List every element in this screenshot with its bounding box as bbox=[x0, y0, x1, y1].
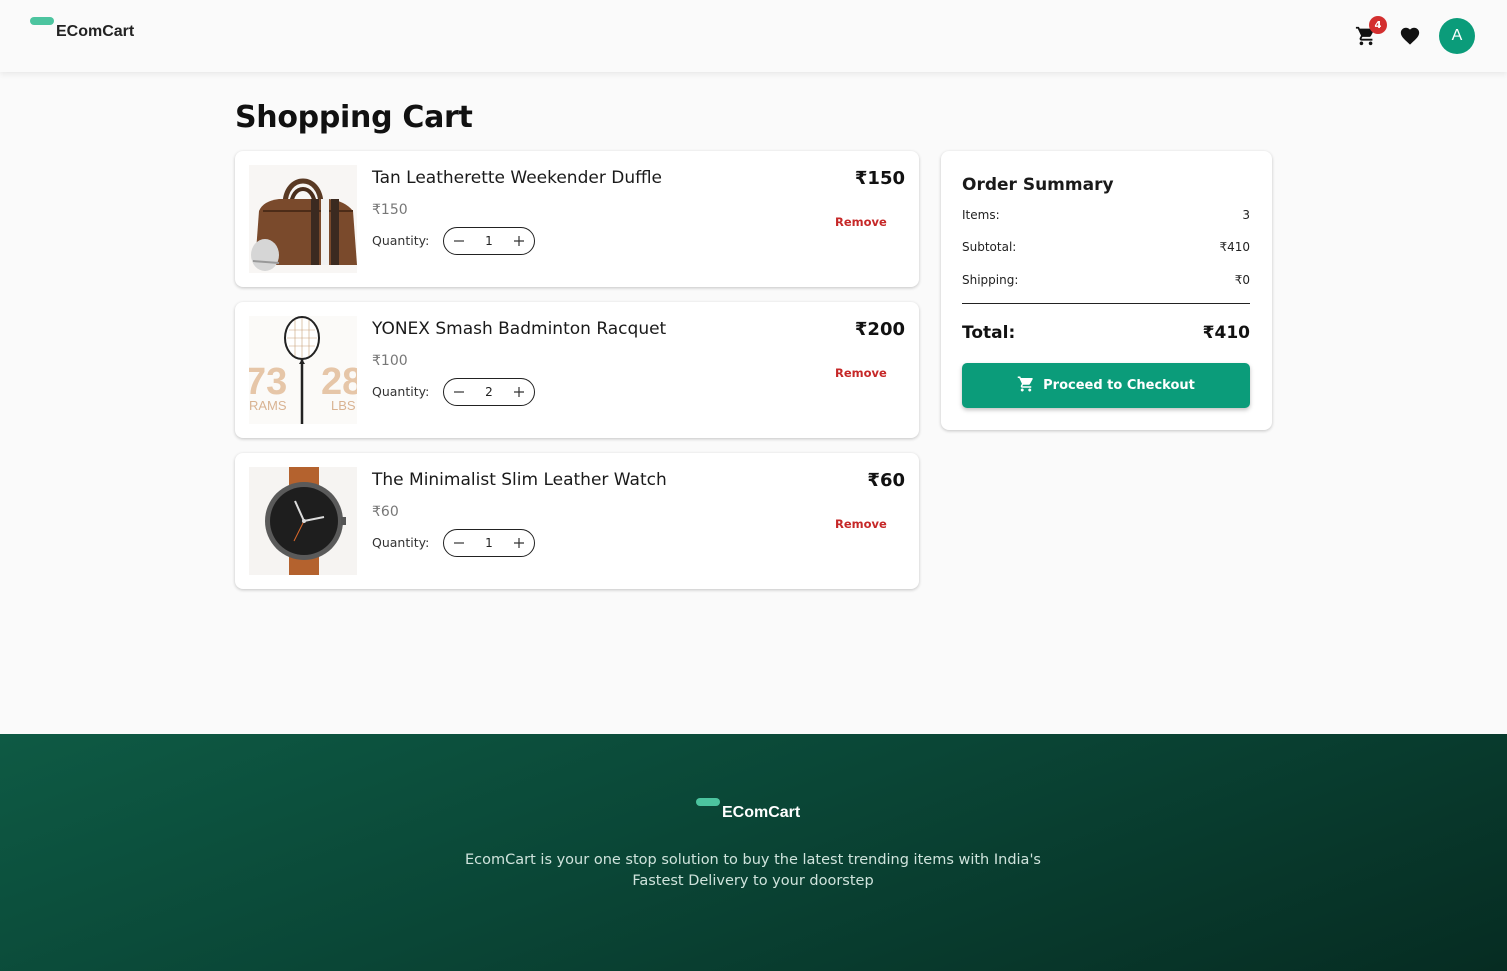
svg-text:LBS: LBS bbox=[331, 398, 356, 413]
checkout-label: Proceed to Checkout bbox=[1043, 378, 1195, 393]
item-total-price: ₹60 bbox=[867, 470, 905, 491]
quantity-label: Quantity: bbox=[372, 233, 430, 248]
summary-items-value: 3 bbox=[1242, 208, 1250, 222]
summary-shipping-value: ₹0 bbox=[1234, 273, 1250, 287]
quantity-stepper: 1 bbox=[443, 227, 535, 255]
page-title: Shopping Cart bbox=[235, 100, 473, 135]
product-image-badminton-racquet[interactable]: 73 28 RAMS LBS bbox=[249, 316, 357, 424]
summary-items-label: Items: bbox=[962, 208, 1000, 222]
footer-description: EcomCart is your one stop solution to bu… bbox=[465, 852, 1041, 889]
brand-name: EComCart bbox=[56, 23, 135, 40]
item-unit-price: ₹100 bbox=[372, 353, 408, 369]
quantity-label: Quantity: bbox=[372, 535, 430, 550]
quantity-stepper: 2 bbox=[443, 378, 535, 406]
remove-item-button[interactable]: Remove bbox=[835, 517, 887, 531]
item-unit-price: ₹60 bbox=[372, 504, 399, 520]
proceed-to-checkout-button[interactable]: Proceed to Checkout bbox=[962, 363, 1250, 408]
top-header: EComCart 4 A bbox=[0, 0, 1507, 72]
summary-subtotal-value: ₹410 bbox=[1219, 240, 1250, 254]
remove-item-button[interactable]: Remove bbox=[835, 366, 887, 380]
site-footer: EComCart EcomCart is your one stop solut… bbox=[0, 734, 1507, 971]
summary-divider bbox=[962, 303, 1250, 304]
quantity-value: 1 bbox=[485, 536, 493, 550]
item-name[interactable]: Tan Leatherette Weekender Duffle bbox=[372, 168, 662, 188]
summary-shipping-label: Shipping: bbox=[962, 273, 1019, 287]
cart-item: The Minimalist Slim Leather Watch ₹60 Qu… bbox=[235, 453, 919, 589]
summary-items-row: Items: 3 bbox=[962, 208, 1250, 222]
item-name[interactable]: The Minimalist Slim Leather Watch bbox=[372, 470, 667, 490]
order-summary-title: Order Summary bbox=[962, 175, 1114, 195]
summary-shipping-row: Shipping: ₹0 bbox=[962, 273, 1250, 287]
item-unit-price: ₹150 bbox=[372, 202, 408, 218]
decrease-quantity-button[interactable] bbox=[451, 535, 467, 551]
item-name[interactable]: YONEX Smash Badminton Racquet bbox=[372, 319, 666, 339]
increase-quantity-button[interactable] bbox=[511, 535, 527, 551]
summary-total-value: ₹410 bbox=[1202, 323, 1250, 343]
cart-item: Tan Leatherette Weekender Duffle ₹150 Qu… bbox=[235, 151, 919, 287]
logo-pill-icon bbox=[696, 798, 720, 806]
svg-text:73: 73 bbox=[249, 361, 287, 403]
cart-item: 73 28 RAMS LBS YONEX Smash Badminton Rac… bbox=[235, 302, 919, 438]
summary-total-label: Total: bbox=[962, 323, 1016, 343]
remove-item-button[interactable]: Remove bbox=[835, 215, 887, 229]
svg-text:RAMS: RAMS bbox=[249, 398, 287, 413]
logo-pill-icon bbox=[30, 17, 54, 25]
checkout-cart-icon bbox=[1017, 375, 1035, 397]
svg-text:28: 28 bbox=[321, 361, 357, 403]
increase-quantity-button[interactable] bbox=[511, 384, 527, 400]
item-total-price: ₹200 bbox=[854, 319, 905, 340]
summary-total-row: Total: ₹410 bbox=[962, 323, 1250, 343]
user-avatar[interactable]: A bbox=[1439, 18, 1475, 54]
product-image-leather-watch[interactable] bbox=[249, 467, 357, 575]
summary-subtotal-row: Subtotal: ₹410 bbox=[962, 240, 1250, 254]
summary-subtotal-label: Subtotal: bbox=[962, 240, 1017, 254]
wishlist-heart-icon[interactable] bbox=[1398, 24, 1422, 48]
quantity-label: Quantity: bbox=[372, 384, 430, 399]
quantity-stepper: 1 bbox=[443, 529, 535, 557]
increase-quantity-button[interactable] bbox=[511, 233, 527, 249]
cart-count-badge: 4 bbox=[1369, 16, 1387, 34]
decrease-quantity-button[interactable] bbox=[451, 233, 467, 249]
decrease-quantity-button[interactable] bbox=[451, 384, 467, 400]
product-image-duffle-bag[interactable] bbox=[249, 165, 357, 273]
quantity-value: 1 bbox=[485, 234, 493, 248]
item-total-price: ₹150 bbox=[854, 168, 905, 189]
footer-brand-name: EComCart bbox=[722, 804, 801, 821]
order-summary-card: Order Summary Items: 3 Subtotal: ₹410 Sh… bbox=[941, 151, 1272, 430]
quantity-value: 2 bbox=[485, 385, 493, 399]
